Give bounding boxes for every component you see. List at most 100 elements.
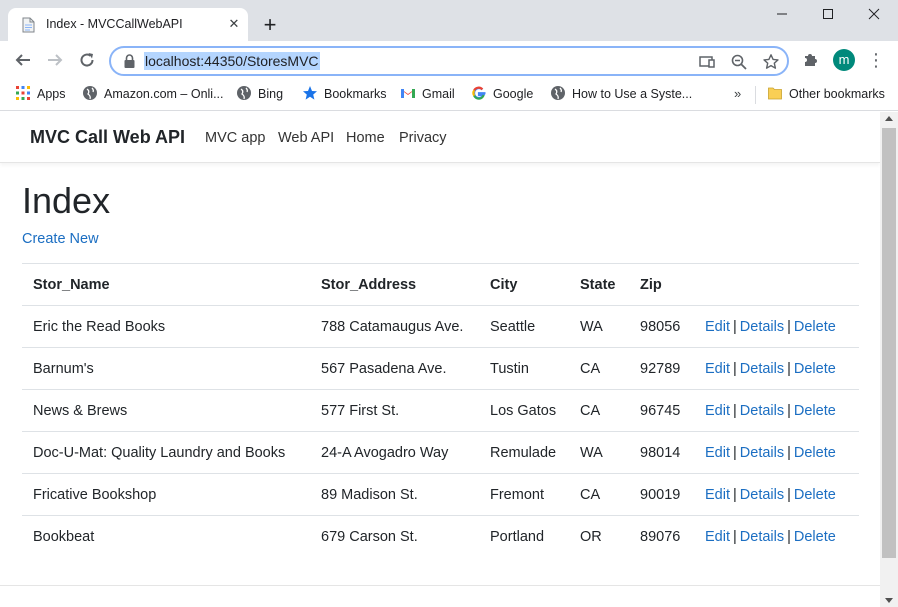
bookmark-google[interactable]: Google <box>471 85 533 103</box>
tab-close-icon[interactable]: ✕ <box>226 16 242 32</box>
bookmark-gmail[interactable]: Gmail <box>400 85 455 103</box>
other-bookmarks-label: Other bookmarks <box>789 87 885 101</box>
table-row: Barnum's567 Pasadena Ave.TustinCA92789Ed… <box>22 348 859 390</box>
cell-stor-address: 567 Pasadena Ave. <box>310 348 479 390</box>
tab-title: Index - MVCCallWebAPI <box>46 17 183 31</box>
delete-link[interactable]: Delete <box>794 445 836 461</box>
cell-city: Fremont <box>479 474 569 516</box>
edit-link[interactable]: Edit <box>705 487 730 503</box>
bookmark-how-to-use[interactable]: How to Use a Syste... <box>550 85 692 103</box>
bookmark-bing[interactable]: Bing <box>236 85 283 103</box>
cell-actions: Edit|Details|Delete <box>694 390 859 432</box>
details-link[interactable]: Details <box>740 319 784 335</box>
bookmark-apps[interactable]: Apps <box>15 85 66 103</box>
create-new-link[interactable]: Create New <box>22 231 99 247</box>
details-link[interactable]: Details <box>740 445 784 461</box>
bookmarks-divider <box>755 86 756 104</box>
extensions-puzzle-icon[interactable] <box>802 50 820 68</box>
folder-icon <box>767 85 783 101</box>
maximize-window-button[interactable] <box>816 5 840 25</box>
address-bar[interactable]: localhost:44350/StoresMVC <box>109 46 789 76</box>
action-separator: | <box>733 361 737 377</box>
table-body: Eric the Read Books788 Catamaugus Ave.Se… <box>22 306 859 558</box>
cell-zip: 92789 <box>629 348 694 390</box>
cell-stor-name: Doc-U-Mat: Quality Laundry and Books <box>22 432 310 474</box>
maximize-icon <box>822 8 834 20</box>
bookmark-label: Google <box>493 87 533 101</box>
cell-state: CA <box>569 474 629 516</box>
globe-icon <box>236 85 252 101</box>
action-separator: | <box>733 319 737 335</box>
details-link[interactable]: Details <box>740 361 784 377</box>
bookmark-bookmarks[interactable]: Bookmarks <box>302 85 387 103</box>
forward-arrow-icon[interactable] <box>45 50 65 70</box>
other-bookmarks-folder[interactable]: Other bookmarks <box>767 85 885 103</box>
bookmark-amazon[interactable]: Amazon.com – Onli... <box>82 85 224 103</box>
minimize-window-button[interactable] <box>770 5 794 25</box>
gmail-icon <box>400 85 416 101</box>
browser-tab-active[interactable]: Index - MVCCallWebAPI ✕ <box>8 8 248 41</box>
delete-link[interactable]: Delete <box>794 529 836 545</box>
page-viewport: MVC Call Web API MVC app Web API Home Pr… <box>0 112 880 607</box>
new-tab-button[interactable]: + <box>260 15 280 35</box>
stores-table: Stor_Name Stor_Address City State Zip Er… <box>22 263 859 558</box>
nav-link-web-api[interactable]: Web API <box>278 130 334 146</box>
table-row: News & Brews577 First St.Los GatosCA9674… <box>22 390 859 432</box>
action-separator: | <box>733 487 737 503</box>
globe-icon <box>550 85 566 101</box>
delete-link[interactable]: Delete <box>794 403 836 419</box>
nav-link-home[interactable]: Home <box>346 130 385 146</box>
table-row: Bookbeat679 Carson St.PortlandOR89076Edi… <box>22 516 859 558</box>
edit-link[interactable]: Edit <box>705 403 730 419</box>
site-brand-link[interactable]: MVC Call Web API <box>30 127 185 148</box>
table-row: Fricative Bookshop89 Madison St.FremontC… <box>22 474 859 516</box>
scroll-up-arrow-icon[interactable] <box>885 116 893 121</box>
bookmark-star-icon[interactable] <box>762 53 780 71</box>
url-text[interactable]: localhost:44350/StoresMVC <box>144 52 320 70</box>
scrollbar-thumb[interactable] <box>882 128 896 558</box>
column-header-stor-name: Stor_Name <box>22 264 310 306</box>
table-header-row: Stor_Name Stor_Address City State Zip <box>22 264 859 306</box>
cell-zip: 89076 <box>629 516 694 558</box>
cell-stor-address: 89 Madison St. <box>310 474 479 516</box>
edit-link[interactable]: Edit <box>705 361 730 377</box>
action-separator: | <box>787 529 791 545</box>
delete-link[interactable]: Delete <box>794 319 836 335</box>
nav-link-mvc-app[interactable]: MVC app <box>205 130 265 146</box>
cell-state: CA <box>569 390 629 432</box>
browser-menu-icon[interactable]: ⋮ <box>866 49 886 71</box>
delete-link[interactable]: Delete <box>794 361 836 377</box>
cell-stor-name: Bookbeat <box>22 516 310 558</box>
cell-stor-name: Eric the Read Books <box>22 306 310 348</box>
zoom-icon[interactable] <box>730 53 748 71</box>
cell-stor-address: 24-A Avogadro Way <box>310 432 479 474</box>
action-separator: | <box>787 319 791 335</box>
close-window-button[interactable] <box>862 5 886 25</box>
cell-stor-name: Fricative Bookshop <box>22 474 310 516</box>
profile-avatar[interactable]: m <box>833 49 855 71</box>
page-scrollbar[interactable] <box>880 112 898 607</box>
bookmarks-overflow-chevron-icon[interactable]: » <box>734 85 741 103</box>
action-separator: | <box>733 529 737 545</box>
details-link[interactable]: Details <box>740 403 784 419</box>
cell-city: Seattle <box>479 306 569 348</box>
column-header-stor-address: Stor_Address <box>310 264 479 306</box>
edit-link[interactable]: Edit <box>705 319 730 335</box>
details-link[interactable]: Details <box>740 487 784 503</box>
lock-icon[interactable] <box>123 54 136 69</box>
edit-link[interactable]: Edit <box>705 445 730 461</box>
edit-link[interactable]: Edit <box>705 529 730 545</box>
close-icon <box>868 8 880 20</box>
cast-icon[interactable] <box>698 53 716 71</box>
delete-link[interactable]: Delete <box>794 487 836 503</box>
action-separator: | <box>787 445 791 461</box>
nav-link-privacy[interactable]: Privacy <box>399 130 447 146</box>
back-arrow-icon[interactable] <box>13 50 33 70</box>
details-link[interactable]: Details <box>740 529 784 545</box>
scroll-down-arrow-icon[interactable] <box>885 598 893 603</box>
reload-icon[interactable] <box>77 50 97 70</box>
column-header-zip: Zip <box>629 264 694 306</box>
cell-actions: Edit|Details|Delete <box>694 516 859 558</box>
cell-actions: Edit|Details|Delete <box>694 474 859 516</box>
page-favicon-icon <box>22 17 35 33</box>
